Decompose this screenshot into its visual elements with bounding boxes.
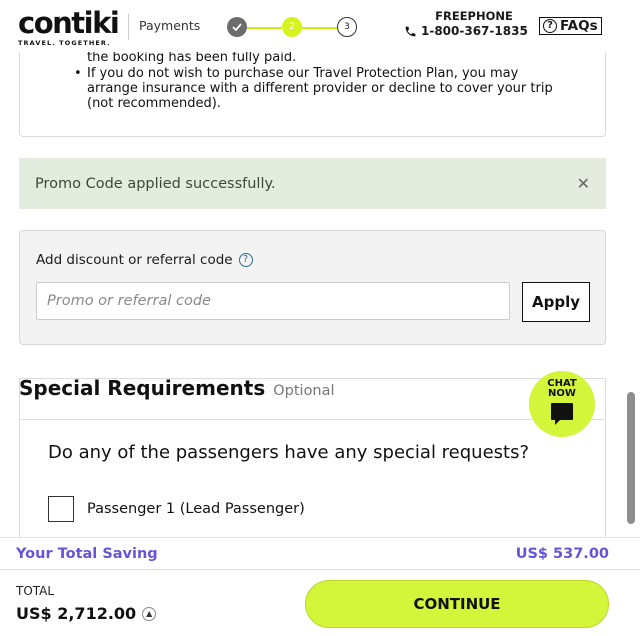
apply-button[interactable]: Apply xyxy=(522,282,590,322)
discount-section: Add discount or referral code ? Apply xyxy=(19,230,606,345)
phone-row: 1-800-367-1835 xyxy=(404,24,534,38)
total-saving-label: Your Total Saving xyxy=(16,545,158,562)
total-saving-value: US$ 537.00 xyxy=(515,545,609,562)
continue-button[interactable]: CONTINUE xyxy=(305,580,609,628)
special-requirements-title: Special Requirements xyxy=(19,376,266,400)
page-scrollbar[interactable] xyxy=(627,392,635,524)
faqs-button[interactable]: ? FAQs xyxy=(539,17,602,35)
special-requests-panel xyxy=(19,419,606,549)
question-icon: ? xyxy=(543,19,557,33)
freephone-label: FREEPHONE xyxy=(435,9,513,23)
total-saving-bar: Your Total Saving US$ 537.00 xyxy=(0,537,640,569)
faqs-label: FAQs xyxy=(560,18,598,34)
step-label: Payments xyxy=(139,18,201,33)
total-amount: US$ 2,712.00 xyxy=(16,604,137,623)
progress-line-done xyxy=(247,27,282,29)
chat-label: CHAT NOW xyxy=(529,371,595,399)
brand-name: contiki xyxy=(18,6,120,40)
step-3-indicator: 3 xyxy=(337,17,357,37)
phone-number: 1-800-367-1835 xyxy=(421,24,528,38)
freephone[interactable]: FREEPHONE 1-800-367-1835 xyxy=(404,9,534,38)
close-icon[interactable]: ✕ xyxy=(577,174,590,193)
header: contiki TRAVEL. TOGETHER. Payments 2 3 F… xyxy=(0,0,640,52)
total-label: TOTAL xyxy=(16,584,55,598)
insurance-clipped-line: the booking has been fully paid. xyxy=(87,50,297,65)
step-complete-icon xyxy=(227,17,247,37)
progress-line-current xyxy=(302,27,337,29)
header-divider xyxy=(128,14,129,40)
total-amount-row: US$ 2,712.00 ▲ xyxy=(16,604,157,623)
chat-label-line2: NOW xyxy=(548,388,576,399)
help-icon[interactable]: ? xyxy=(238,253,253,267)
promo-success-alert: Promo Code applied successfully. ✕ xyxy=(19,158,606,209)
chevron-up-icon[interactable]: ▲ xyxy=(142,606,157,621)
brand-logo[interactable]: contiki TRAVEL. TOGETHER. xyxy=(18,6,120,47)
passenger-option[interactable]: Passenger 1 (Lead Passenger) xyxy=(48,496,305,522)
passenger-label: Passenger 1 (Lead Passenger) xyxy=(87,501,305,517)
promo-success-message: Promo Code applied successfully. xyxy=(35,175,276,192)
insurance-bullets: If you do not wish to purchase our Trave… xyxy=(72,66,572,111)
insurance-bullet: If you do not wish to purchase our Trave… xyxy=(72,66,572,111)
discount-label-row: Add discount or referral code ? xyxy=(36,252,253,268)
discount-label: Add discount or referral code xyxy=(36,252,233,268)
phone-icon xyxy=(405,26,416,36)
chat-now-button[interactable]: CHAT NOW xyxy=(529,371,595,437)
step-2-indicator: 2 xyxy=(282,17,302,37)
promo-code-input[interactable] xyxy=(36,282,510,320)
travel-protection-text: the booking has been fully paid. If you … xyxy=(72,50,572,111)
checkout-progress: 2 3 xyxy=(227,17,357,39)
checkout-footer: TOTAL US$ 2,712.00 ▲ CONTINUE xyxy=(0,569,640,636)
chat-icon xyxy=(551,403,573,425)
special-requests-question: Do any of the passengers have any specia… xyxy=(48,442,530,463)
brand-tagline: TRAVEL. TOGETHER. xyxy=(18,39,111,47)
passenger-checkbox[interactable] xyxy=(48,496,74,522)
special-requirements-heading: Special Requirements Optional xyxy=(19,376,335,400)
optional-label: Optional xyxy=(273,383,335,399)
